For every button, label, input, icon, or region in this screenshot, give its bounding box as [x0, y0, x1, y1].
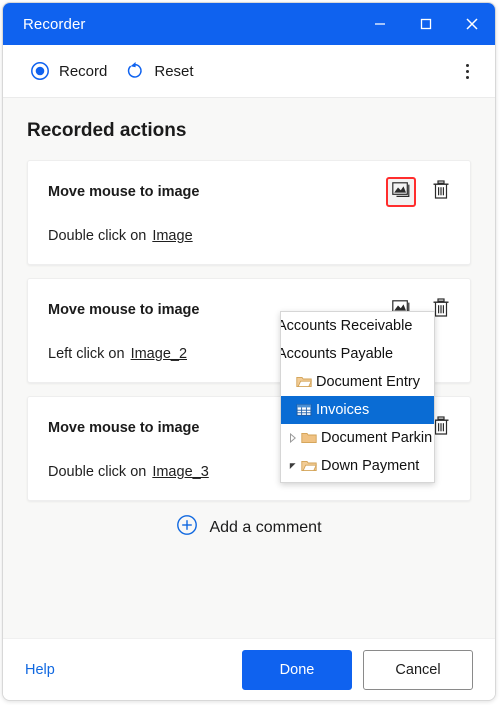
window-title: Recorder: [23, 15, 86, 33]
reset-label: Reset: [154, 62, 194, 80]
reset-arrow-icon: [125, 61, 145, 81]
action-title: Move mouse to image: [48, 420, 200, 436]
trash-icon: [432, 179, 450, 205]
dialog-footer: Help Done Cancel: [3, 638, 495, 700]
record-button[interactable]: Record: [21, 56, 116, 86]
grid-table-icon: [294, 403, 313, 417]
recorded-actions-panel: Recorded actions Move mouse to image Dou…: [3, 98, 495, 638]
add-comment-label: Add a comment: [209, 518, 322, 536]
tree-item-label: Down Payment: [321, 458, 420, 474]
done-button[interactable]: Done: [242, 649, 352, 690]
close-button[interactable]: [449, 3, 495, 45]
tree-item[interactable]: Accounts Receivable: [281, 312, 434, 340]
tree-item-label: Accounts Receivable: [280, 318, 413, 334]
action-description: Double click on Image: [48, 228, 456, 244]
more-vertical-icon: [465, 63, 469, 67]
action-prefix: Double click on: [48, 464, 147, 480]
titlebar-buttons: [357, 3, 495, 45]
titlebar: Recorder: [3, 3, 495, 45]
folder-open-icon: [299, 459, 318, 473]
page-title: Recorded actions: [27, 120, 187, 141]
tree-item-label: Accounts Payable: [280, 346, 394, 362]
minimize-icon: [373, 17, 387, 31]
folder-icon: [299, 431, 318, 445]
action-title: Move mouse to image: [48, 184, 200, 200]
tree-item[interactable]: Down Payme: [281, 480, 434, 482]
add-comment-button[interactable]: Add a comment: [27, 514, 471, 541]
tree-item[interactable]: Accounts Payable: [281, 340, 434, 368]
action-prefix: Double click on: [48, 228, 147, 244]
tree-item-label: Invoices: [316, 402, 370, 418]
recorder-window: Recorder Record Reset Recorded actions M…: [2, 2, 496, 701]
maximize-icon: [419, 17, 433, 31]
cancel-button[interactable]: Cancel: [363, 649, 473, 690]
chevron-down-icon[interactable]: [286, 461, 299, 471]
action-card-buttons: [386, 177, 456, 207]
image-preview-button[interactable]: [386, 177, 416, 207]
tree-item[interactable]: Document Parkin: [281, 424, 434, 452]
image-preview-tooltip: Accounts Receivable Accounts Payable Doc…: [280, 311, 435, 483]
tree-item-selected[interactable]: Invoices: [281, 396, 434, 424]
action-title: Move mouse to image: [48, 302, 200, 318]
tree-item[interactable]: Down Payment: [281, 452, 434, 480]
more-options-button[interactable]: [451, 55, 483, 87]
plus-circle-icon: [176, 514, 198, 541]
action-prefix: Left click on: [48, 346, 125, 362]
help-link[interactable]: Help: [25, 662, 55, 678]
image-thumbnail-icon: [391, 181, 411, 203]
tree-item-label: Document Parkin: [321, 430, 433, 446]
close-icon: [464, 16, 480, 32]
tree-item-label: Document Entry: [316, 374, 420, 390]
action-card: Move mouse to image: [27, 160, 471, 265]
toolbar: Record Reset: [3, 45, 495, 98]
reset-button[interactable]: Reset: [116, 56, 202, 86]
record-circle-icon: [30, 61, 50, 81]
action-target-link[interactable]: Image: [152, 228, 192, 244]
action-card-header: Move mouse to image: [48, 177, 456, 207]
action-target-link[interactable]: Image_3: [152, 464, 208, 480]
chevron-right-icon[interactable]: [286, 433, 299, 443]
footer-buttons: Done Cancel: [242, 649, 473, 690]
minimize-button[interactable]: [357, 3, 403, 45]
maximize-button[interactable]: [403, 3, 449, 45]
action-target-link[interactable]: Image_2: [131, 346, 187, 362]
delete-action-button[interactable]: [426, 177, 456, 207]
folder-open-icon: [294, 375, 313, 389]
tree-item[interactable]: Document Entry: [281, 368, 434, 396]
record-label: Record: [59, 62, 108, 80]
